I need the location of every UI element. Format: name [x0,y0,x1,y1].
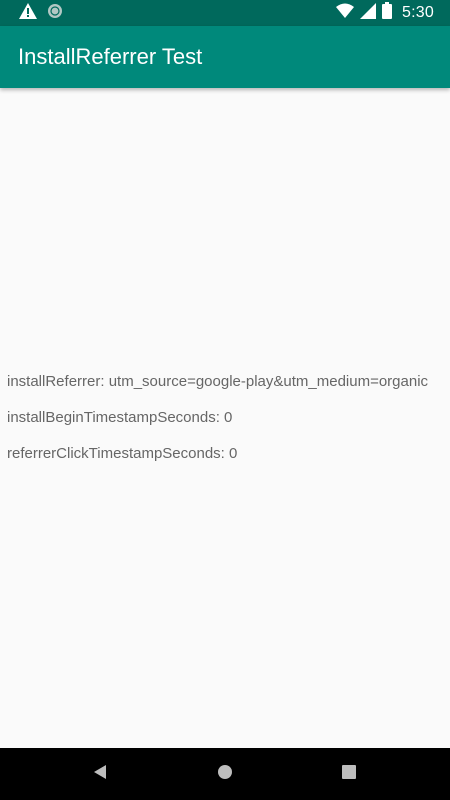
battery-icon [382,2,393,24]
navigation-bar [0,748,450,800]
cellular-signal-icon [360,2,377,24]
recents-icon [342,764,356,784]
app-bar: InstallReferrer Test [0,26,450,88]
install-begin-timestamp-text: installBeginTimestampSeconds: 0 [7,409,233,426]
sync-icon [47,3,63,24]
status-bar: 5:30 [0,0,450,26]
install-referrer-text: installReferrer: utm_source=google-play&… [7,373,429,390]
referrer-click-timestamp-text: referrerClickTimestampSeconds: 0 [7,445,238,462]
screen: 5:30 InstallReferrer Test installReferre… [0,0,450,800]
content-area: installReferrer: utm_source=google-play&… [0,88,450,748]
status-right-icons: 5:30 [336,2,434,24]
recents-button[interactable] [337,762,361,786]
status-time: 5:30 [402,4,434,21]
status-left-icons [19,2,63,24]
home-icon [217,764,233,785]
warning-icon [19,2,37,24]
wifi-icon [336,3,355,24]
home-button[interactable] [213,762,237,786]
back-button[interactable] [88,762,112,786]
app-title: InstallReferrer Test [18,44,203,69]
back-icon [93,764,107,784]
